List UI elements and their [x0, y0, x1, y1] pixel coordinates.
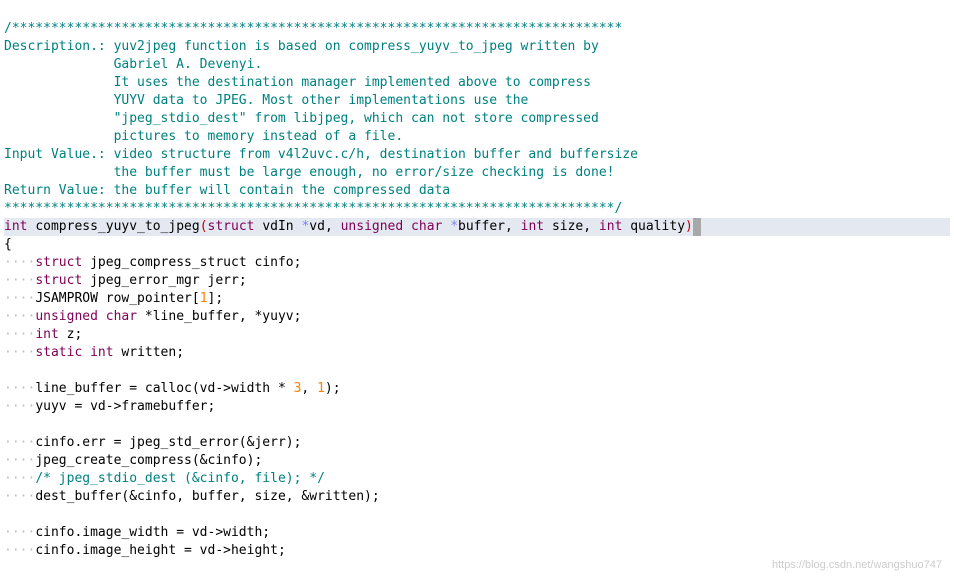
keyword-int: int: [35, 327, 58, 342]
comment-border: /***************************************…: [4, 21, 622, 36]
whitespace-dots: ····: [4, 255, 35, 270]
comma: ,: [505, 219, 521, 234]
keyword-struct: struct: [208, 219, 255, 234]
cursor-selection: [693, 218, 701, 236]
star-icon: *: [450, 219, 458, 234]
number: 1: [317, 381, 325, 396]
code: cinfo.image_width = vd->width;: [35, 525, 270, 540]
code: cinfo.err = jpeg_std_error(&jerr);: [35, 435, 301, 450]
comment: /* jpeg_stdio_dest (&cinfo, file); */: [35, 471, 325, 486]
param: buffer: [458, 219, 505, 234]
code: line_buffer = calloc(vd->width *: [35, 381, 293, 396]
whitespace-dots: ····: [4, 327, 35, 342]
whitespace-dots: ····: [4, 453, 35, 468]
paren-open: (: [200, 219, 208, 234]
code: jpeg_error_mgr jerr;: [90, 273, 247, 288]
brace-open: {: [4, 237, 12, 252]
whitespace-dots: ····: [4, 345, 35, 360]
comment-line: Description.: yuv2jpeg function is based…: [4, 39, 599, 54]
keyword-int: int: [521, 219, 544, 234]
whitespace-dots: ····: [4, 489, 35, 504]
comment-line: pictures to memory instead of a file.: [4, 129, 403, 144]
code: cinfo.image_height = vd->height;: [35, 543, 285, 558]
code: ,: [301, 381, 317, 396]
watermark: https://blog.csdn.net/wangshuo747: [772, 556, 942, 574]
comma: ,: [583, 219, 599, 234]
whitespace-dots: ····: [4, 399, 35, 414]
comment-line: It uses the destination manager implemen…: [4, 75, 591, 90]
whitespace-dots: ····: [4, 543, 35, 558]
paren-close: ): [685, 219, 693, 234]
keyword-char: char: [411, 219, 442, 234]
code: z;: [67, 327, 83, 342]
keyword-struct: struct: [35, 255, 82, 270]
code: ];: [208, 291, 224, 306]
code: jpeg_create_compress(&cinfo);: [35, 453, 262, 468]
code: jpeg_compress_struct cinfo;: [90, 255, 301, 270]
number: 1: [200, 291, 208, 306]
function-signature-line: int compress_yuyv_to_jpeg(struct vdIn * v…: [4, 218, 950, 236]
comment-line: the buffer must be large enough, no erro…: [4, 165, 614, 180]
whitespace-dots: ····: [4, 435, 35, 450]
comment-line: Gabriel A. Devenyi.: [4, 57, 262, 72]
function-name: compress_yuyv_to_jpeg: [35, 219, 199, 234]
keyword-int: int: [90, 345, 113, 360]
code: yuyv = vd->framebuffer;: [35, 399, 215, 414]
whitespace-dots: ····: [4, 291, 35, 306]
param: quality: [630, 219, 685, 234]
param: vd: [309, 219, 325, 234]
whitespace-dots: ····: [4, 309, 35, 324]
keyword-char: char: [106, 309, 137, 324]
comment-line: Input Value.: video structure from v4l2u…: [4, 147, 638, 162]
param: size: [552, 219, 583, 234]
whitespace-dots: ····: [4, 273, 35, 288]
keyword-unsigned: unsigned: [35, 309, 98, 324]
comment-line: YUYV data to JPEG. Most other implementa…: [4, 93, 528, 108]
comment-line: Return Value: the buffer will contain th…: [4, 183, 450, 198]
code: dest_buffer(&cinfo, buffer, size, &writt…: [35, 489, 379, 504]
keyword-static: static: [35, 345, 82, 360]
keyword-unsigned: unsigned: [341, 219, 404, 234]
code: written;: [121, 345, 184, 360]
code: JSAMPROW row_pointer[: [35, 291, 199, 306]
comment-line: "jpeg_stdio_dest" from libjpeg, which ca…: [4, 111, 599, 126]
code-editor[interactable]: /***************************************…: [0, 0, 954, 562]
keyword-int: int: [599, 219, 622, 234]
code: );: [325, 381, 341, 396]
whitespace-dots: ····: [4, 471, 35, 486]
comma: ,: [325, 219, 341, 234]
comment-border: ****************************************…: [4, 201, 622, 216]
whitespace-dots: ····: [4, 525, 35, 540]
whitespace-dots: ····: [4, 381, 35, 396]
keyword-struct: struct: [35, 273, 82, 288]
code: *line_buffer, *yuyv;: [145, 309, 302, 324]
keyword-int: int: [4, 219, 27, 234]
type-name: vdIn: [262, 219, 293, 234]
